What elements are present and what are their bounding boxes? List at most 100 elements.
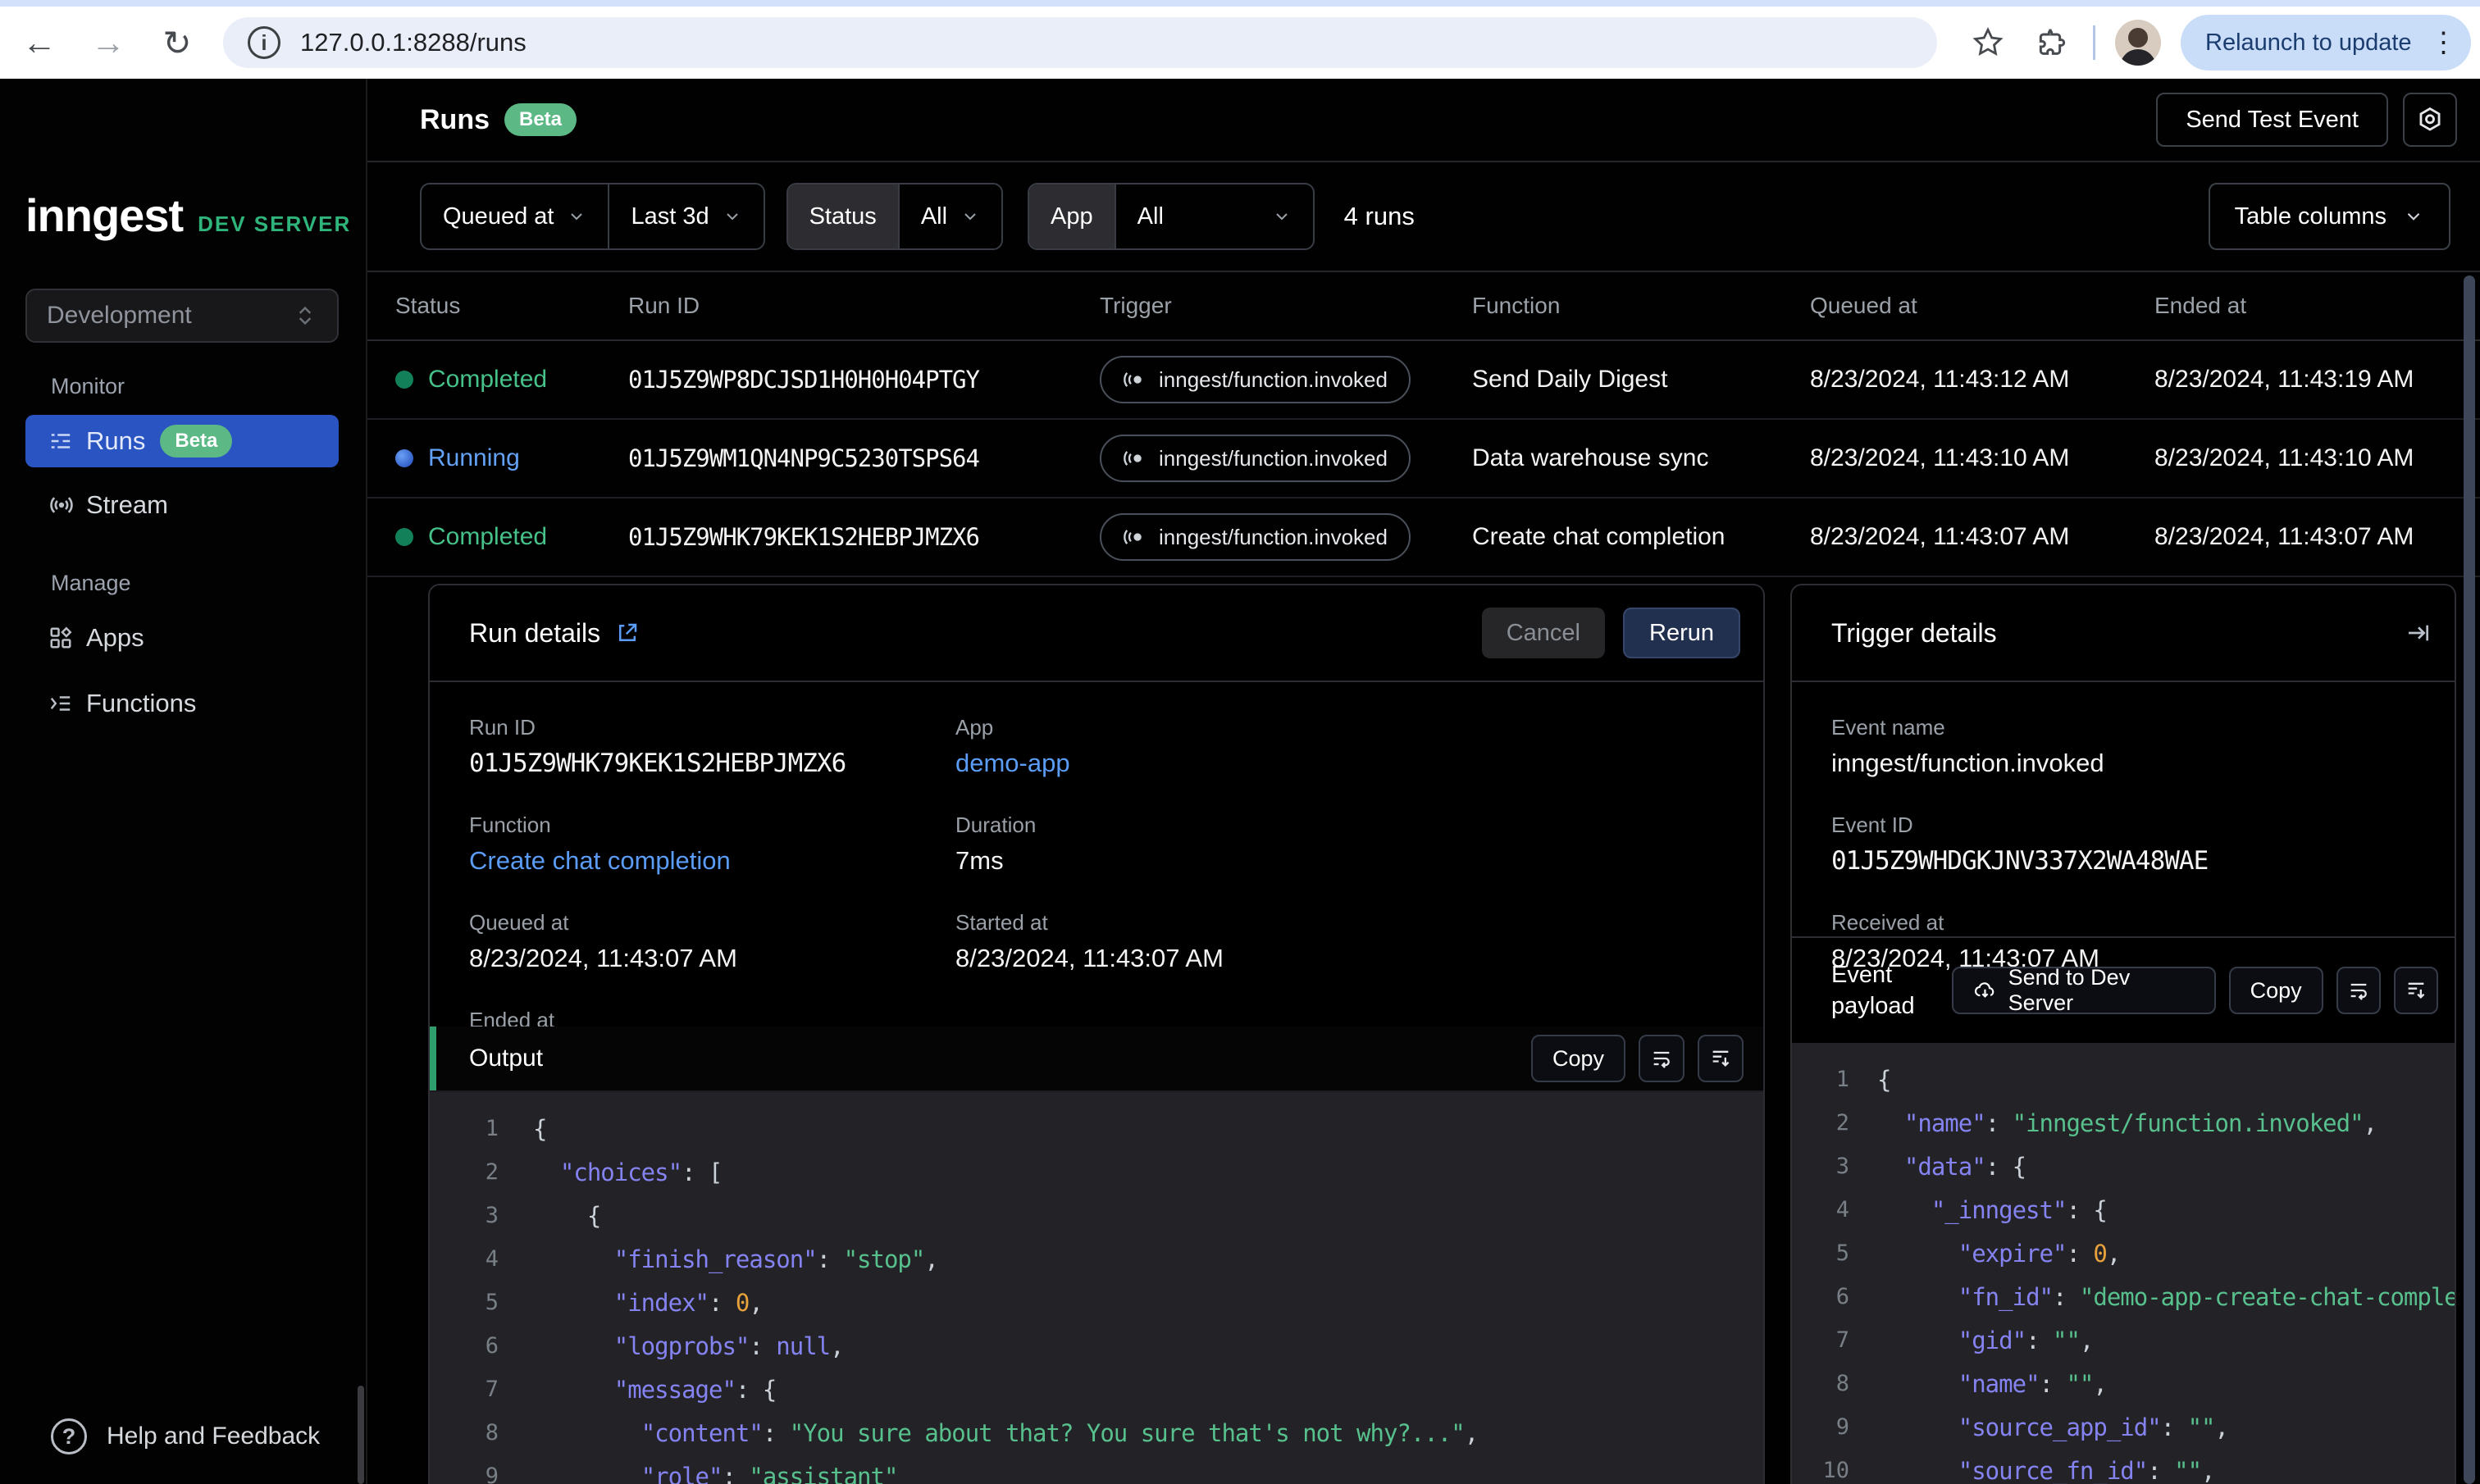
col-function: Function bbox=[1472, 293, 1561, 318]
app-filter-control: App All bbox=[1028, 183, 1315, 250]
word-wrap-button[interactable] bbox=[1639, 1035, 1684, 1082]
sidebar-scrollbar[interactable] bbox=[358, 1386, 364, 1484]
trigger-name: inngest/function.invoked bbox=[1159, 524, 1388, 549]
payload-copy-button[interactable]: Copy bbox=[2228, 967, 2323, 1014]
sidebar-runs-label: Runs bbox=[86, 426, 146, 455]
tab-strip bbox=[0, 0, 2480, 7]
sidebar-item-functions[interactable]: Functions bbox=[25, 677, 339, 730]
sidebar-item-runs[interactable]: Runs Beta bbox=[25, 415, 339, 467]
browser-menu-kebab-icon[interactable]: ⋮ bbox=[2430, 26, 2458, 59]
environment-selector[interactable]: Development bbox=[25, 289, 339, 343]
payload-scroll-bottom-button[interactable] bbox=[2393, 967, 2438, 1014]
queued-at-cell: 8/23/2024, 11:43:10 AM bbox=[1810, 444, 2070, 471]
line-number: 6 bbox=[485, 1333, 499, 1359]
trigger-details-header: Trigger details bbox=[1792, 585, 2455, 682]
status-dot bbox=[395, 528, 413, 546]
extensions-puzzle-icon[interactable] bbox=[2026, 18, 2075, 67]
back-icon[interactable]: ← bbox=[10, 13, 69, 72]
sidebar-item-stream[interactable]: Stream bbox=[25, 479, 339, 531]
cancel-button[interactable]: Cancel bbox=[1481, 608, 1605, 658]
trigger-details-fields: Event name inngest/function.invoked Even… bbox=[1792, 682, 2455, 973]
line-number: 8 bbox=[1835, 1371, 1849, 1396]
code-line: 6 "fn_id": "demo-app-create-chat-complet… bbox=[1792, 1275, 2455, 1318]
function-link[interactable]: Create chat completion bbox=[469, 846, 955, 876]
event-payload-code-block[interactable]: 1{2 "name": "inngest/function.invoked", 3… bbox=[1792, 1043, 2455, 1484]
sidebar-item-apps[interactable]: Apps bbox=[25, 612, 339, 664]
line-number: 3 bbox=[1835, 1154, 1849, 1179]
col-queued-at: Queued at bbox=[1810, 293, 1917, 318]
code-line: 6 "logprobs": null, bbox=[430, 1324, 1763, 1368]
time-range-dropdown[interactable]: Last 3d bbox=[608, 184, 763, 248]
code-text: { bbox=[1877, 1065, 1891, 1094]
rerun-button[interactable]: Rerun bbox=[1623, 608, 1740, 658]
duration-value: 7ms bbox=[955, 846, 1004, 875]
reload-icon[interactable]: ↻ bbox=[148, 13, 207, 72]
run-status-cell: Running bbox=[395, 444, 628, 472]
status-filter-dropdown[interactable]: All bbox=[897, 184, 1001, 248]
table-row[interactable]: Running 01J5Z9WM1QN4NP9C5230TSPS64 innge… bbox=[367, 420, 2480, 498]
trigger-name: inngest/function.invoked bbox=[1159, 445, 1388, 471]
code-text: "fn_id": "demo-app-create-chat-completio… bbox=[1958, 1282, 2455, 1311]
ended-at-cell: 8/23/2024, 11:43:07 AM bbox=[2154, 523, 2414, 550]
browser-chrome: ← → ↻ i 127.0.0.1:8288/runs Relaunch to … bbox=[0, 0, 2480, 79]
code-line: 1{ bbox=[1792, 1058, 2455, 1101]
code-text: "source_app_id": "", bbox=[1958, 1413, 2229, 1441]
send-test-event-button[interactable]: Send Test Event bbox=[2156, 93, 2388, 147]
url-text[interactable]: 127.0.0.1:8288/runs bbox=[300, 28, 527, 57]
run-id-cell: 01J5Z9WM1QN4NP9C5230TSPS64 bbox=[628, 444, 980, 472]
line-number: 5 bbox=[1835, 1240, 1849, 1266]
run-id-label: Run ID bbox=[469, 715, 536, 740]
window-scrollbar[interactable] bbox=[2464, 275, 2475, 1484]
payload-word-wrap-button[interactable] bbox=[2336, 967, 2381, 1014]
code-text: "index": 0, bbox=[613, 1288, 764, 1317]
line-number: 7 bbox=[485, 1377, 499, 1402]
monitor-section-label: Monitor bbox=[51, 374, 125, 398]
field-event-name: Event name inngest/function.invoked bbox=[1831, 715, 2415, 778]
site-info-icon[interactable]: i bbox=[248, 26, 280, 59]
external-link-icon[interactable] bbox=[615, 621, 640, 645]
inngest-app: inngest DEV SERVER Development Monitor R… bbox=[0, 79, 2480, 1484]
forward-icon[interactable]: → bbox=[79, 13, 138, 72]
run-id-cell: 01J5Z9WP8DCJSD1H0H0H04PTGY bbox=[628, 366, 980, 394]
table-columns-button[interactable]: Table columns bbox=[2208, 183, 2450, 250]
trigger-pill[interactable]: inngest/function.invoked bbox=[1100, 435, 1411, 482]
time-field-dropdown[interactable]: Queued at bbox=[422, 184, 608, 248]
output-copy-button[interactable]: Copy bbox=[1530, 1035, 1625, 1082]
code-text: "expire": 0, bbox=[1958, 1239, 2122, 1268]
profile-avatar[interactable] bbox=[2115, 20, 2161, 66]
bookmark-star-icon[interactable] bbox=[1963, 18, 2013, 67]
avatar-head bbox=[2128, 28, 2148, 48]
app-link[interactable]: demo-app bbox=[955, 749, 1724, 778]
run-status-cell: Completed bbox=[395, 366, 628, 394]
table-columns-label: Table columns bbox=[2234, 203, 2387, 230]
event-name-label: Event name bbox=[1831, 715, 1945, 740]
table-row[interactable]: Completed 01J5Z9WHK79KEK1S2HEBPJMZX6 inn… bbox=[367, 498, 2480, 577]
field-function: Function Create chat completion bbox=[469, 813, 955, 876]
code-line: 3 "data": { bbox=[1792, 1145, 2455, 1188]
collapse-panel-button[interactable] bbox=[2405, 620, 2432, 646]
run-details-panel: Run details Cancel Rerun Run ID 01J5Z9WH… bbox=[428, 584, 1765, 1484]
output-code-block[interactable]: 1{2 "choices": [3 {4 "finish_reason": "s… bbox=[430, 1092, 1763, 1484]
event-id-value: 01J5Z9WHDGKJNV337X2WA48WAE bbox=[1831, 846, 2209, 876]
runs-table-body: Completed 01J5Z9WP8DCJSD1H0H0H04PTGY inn… bbox=[367, 341, 2480, 577]
relaunch-to-update-button[interactable]: Relaunch to update ⋮ bbox=[2181, 15, 2471, 71]
line-number: 1 bbox=[1835, 1067, 1849, 1092]
run-id-cell: 01J5Z9WHK79KEK1S2HEBPJMZX6 bbox=[628, 523, 980, 551]
code-line: 9 "source_app_id": "", bbox=[1792, 1405, 2455, 1449]
time-filter-control: Queued at Last 3d bbox=[420, 183, 765, 250]
scroll-to-bottom-button[interactable] bbox=[1698, 1035, 1744, 1082]
settings-gear-button[interactable] bbox=[2403, 93, 2457, 147]
send-to-dev-server-button[interactable]: Send to Dev Server bbox=[1951, 965, 2216, 1015]
url-bar[interactable]: i 127.0.0.1:8288/runs bbox=[223, 17, 1937, 68]
trigger-cell: inngest/function.invoked bbox=[1100, 356, 1472, 403]
trigger-pill[interactable]: inngest/function.invoked bbox=[1100, 356, 1411, 403]
help-and-feedback[interactable]: ? Help and Feedback bbox=[51, 1418, 320, 1454]
environment-value: Development bbox=[47, 302, 192, 329]
table-row[interactable]: Completed 01J5Z9WP8DCJSD1H0H0H04PTGY inn… bbox=[367, 341, 2480, 420]
trigger-pill[interactable]: inngest/function.invoked bbox=[1100, 513, 1411, 561]
logo-row: inngest DEV SERVER bbox=[25, 189, 351, 242]
code-line: 8 "content": "You sure about that? You s… bbox=[430, 1411, 1763, 1454]
sidebar-apps-label: Apps bbox=[86, 623, 144, 652]
app-filter-dropdown[interactable]: All bbox=[1114, 184, 1313, 248]
page-beta-badge: Beta bbox=[504, 103, 577, 136]
